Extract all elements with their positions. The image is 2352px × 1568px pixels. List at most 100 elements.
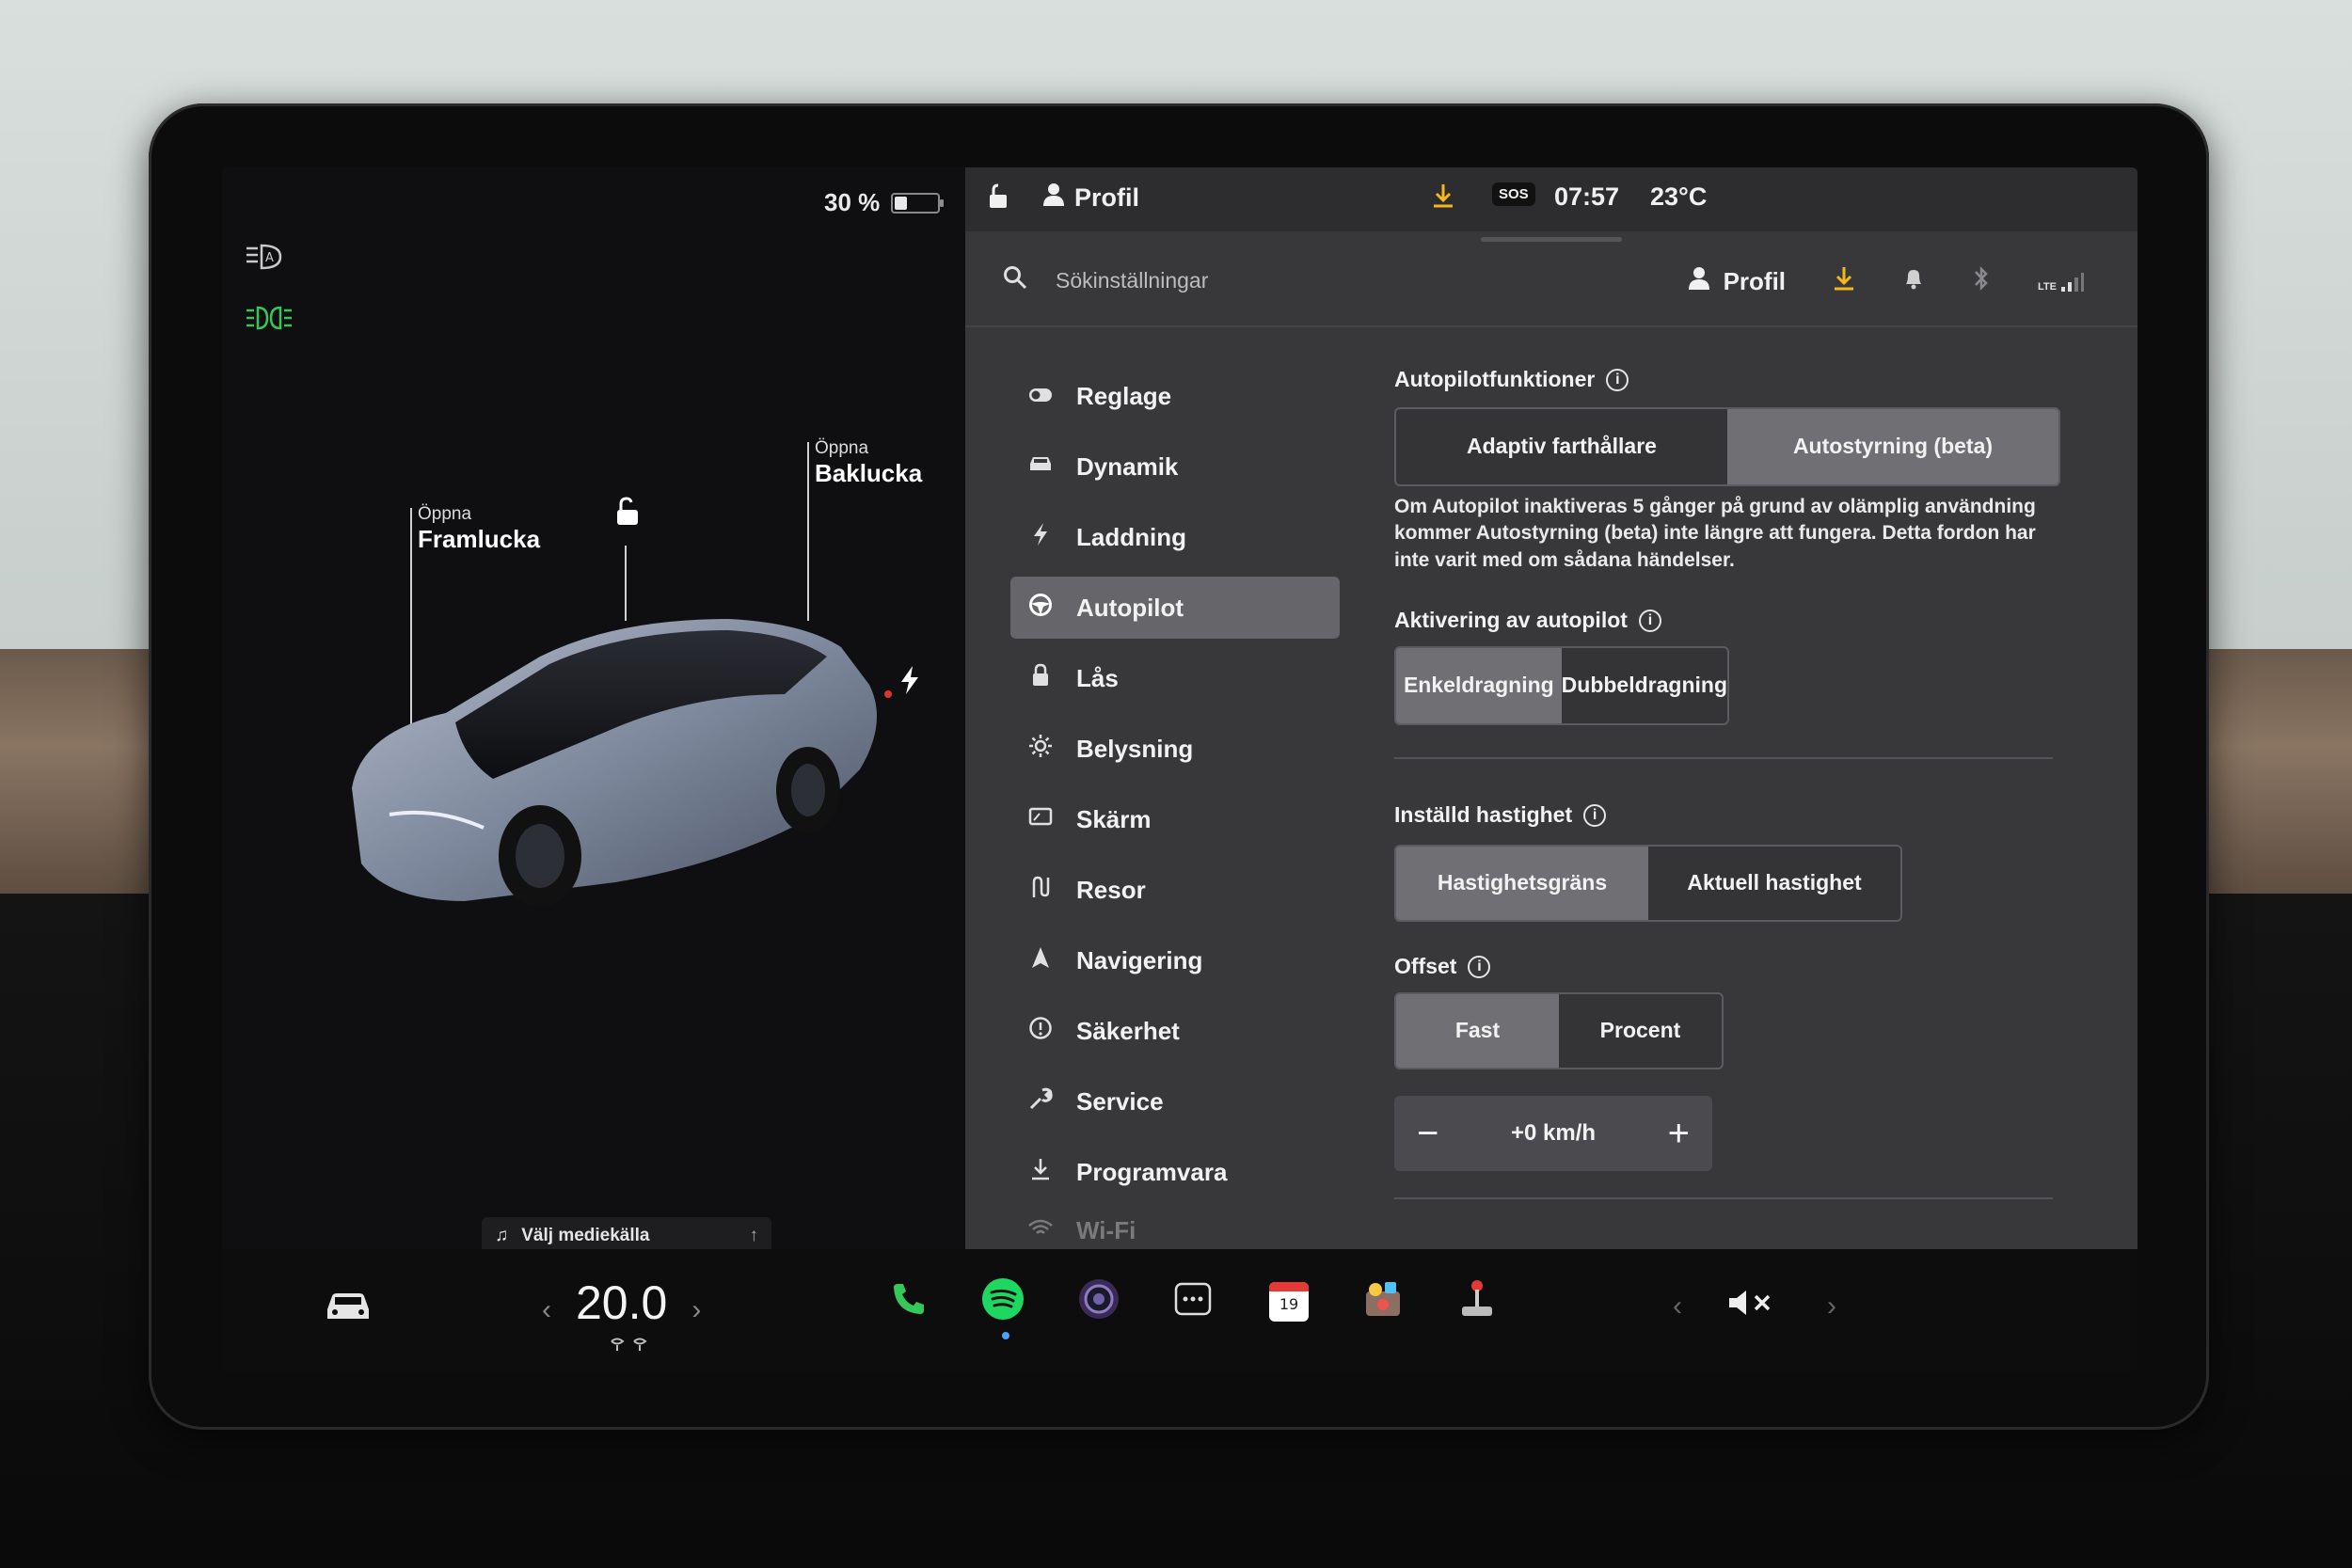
menu-label: Reglage	[1076, 381, 1172, 410]
autopilot-features-title: Autopilotfunktioner i	[1394, 367, 2072, 392]
menu-item-belysning[interactable]: Belysning	[1010, 718, 1340, 780]
top-profile-button[interactable]: Profil	[1042, 182, 1139, 214]
calendar-icon: 19	[1269, 1282, 1309, 1322]
charge-port-icon[interactable]	[898, 664, 922, 701]
expand-up-icon: ↑	[749, 1226, 759, 1245]
search-placeholder: Sökinställningar	[1056, 267, 1209, 293]
sos-button[interactable]: SOS	[1492, 182, 1535, 206]
person-icon	[1042, 182, 1065, 214]
menu-item-laddning[interactable]: Laddning	[1010, 506, 1340, 568]
menu-label: Autopilot	[1076, 593, 1184, 622]
spotify-icon	[981, 1277, 1025, 1327]
menu-item-skarm[interactable]: Skärm	[1010, 788, 1340, 850]
frunk-open-button[interactable]: Öppna Framlucka	[418, 504, 540, 554]
option-current-speed[interactable]: Aktuell hastighet	[1648, 847, 1900, 920]
offset-stepper: − +0 km/h +	[1394, 1096, 1712, 1172]
option-adaptive-cruise[interactable]: Adaptiv farthållare	[1396, 409, 1727, 484]
profile-button[interactable]: Profil	[1688, 266, 1786, 297]
toybox-app-button[interactable]	[1357, 1275, 1409, 1328]
menu-item-reglage[interactable]: Reglage	[1010, 365, 1340, 427]
info-icon[interactable]: i	[1468, 955, 1491, 978]
auto-headlights-icon[interactable]: A	[245, 243, 288, 278]
steering-wheel-icon	[1027, 593, 1054, 624]
car-controls-button[interactable]	[324, 1289, 373, 1323]
parking-lights-icon[interactable]	[245, 305, 294, 339]
car-image	[352, 619, 892, 907]
info-icon[interactable]: i	[1583, 803, 1607, 827]
software-update-icon[interactable]	[1833, 265, 1855, 298]
toggle-icon	[1027, 383, 1054, 409]
phone-app-button[interactable]	[882, 1275, 935, 1328]
spotify-app-button[interactable]	[977, 1275, 1029, 1328]
section-divider	[1394, 757, 2053, 760]
battery-icon	[891, 192, 945, 214]
menu-item-programvara[interactable]: Programvara	[1010, 1141, 1340, 1203]
menu-item-dynamik[interactable]: Dynamik	[1010, 436, 1340, 498]
menu-item-resor[interactable]: Resor	[1010, 859, 1340, 921]
more-dots-icon	[1174, 1282, 1212, 1323]
option-percent[interactable]: Procent	[1559, 994, 1722, 1068]
section-title-text: Offset	[1394, 954, 1457, 979]
download-icon	[1027, 1157, 1054, 1188]
trunk-label: Baklucka	[815, 459, 923, 487]
navigation-icon	[1027, 945, 1054, 976]
volume-increase-button[interactable]: ›	[1827, 1291, 1836, 1323]
bolt-icon	[1027, 522, 1054, 553]
autopilot-features-selector: Adaptiv farthållare Autostyrning (beta)	[1394, 407, 2060, 486]
info-icon[interactable]: i	[1638, 609, 1661, 632]
lock-status-icon[interactable]	[986, 182, 1010, 211]
menu-label: Belysning	[1076, 734, 1194, 763]
volume-decrease-button[interactable]: ‹	[1673, 1291, 1682, 1323]
temp-increase-button[interactable]: ›	[691, 1294, 701, 1326]
settings-search[interactable]: Sökinställningar	[1003, 265, 1208, 295]
calendar-app-button[interactable]: 19	[1263, 1275, 1315, 1328]
more-apps-button[interactable]	[1167, 1275, 1219, 1328]
download-icon[interactable]	[1432, 182, 1454, 209]
car-front-icon	[1027, 453, 1054, 480]
media-source-label: Välj mediekälla	[521, 1226, 650, 1245]
menu-label: Laddning	[1076, 522, 1186, 551]
menu-item-wifi[interactable]: Wi-Fi	[1010, 1212, 1340, 1249]
menu-label: Lås	[1076, 663, 1119, 692]
option-fixed[interactable]: Fast	[1396, 994, 1559, 1069]
sun-icon	[1027, 734, 1054, 765]
increase-offset-button[interactable]: +	[1668, 1113, 1690, 1155]
music-note-icon: ♫	[495, 1226, 509, 1245]
toybox-icon	[1362, 1278, 1404, 1326]
option-autosteer[interactable]: Autostyrning (beta)	[1727, 409, 2058, 484]
seat-heater-icon[interactable]	[610, 1338, 651, 1357]
menu-item-autopilot[interactable]: Autopilot	[1010, 577, 1340, 639]
autopilot-activation-selector: Enkeldragning Dubbeldragning	[1394, 646, 1729, 726]
trunk-label-small: Öppna	[815, 438, 869, 458]
menu-label: Wi-Fi	[1076, 1215, 1136, 1244]
battery-status: 30 %	[824, 188, 945, 217]
decrease-offset-button[interactable]: −	[1417, 1113, 1438, 1155]
cabin-temperature[interactable]: 20.0	[576, 1275, 667, 1330]
mute-icon[interactable]	[1727, 1287, 1776, 1319]
menu-item-navigering[interactable]: Navigering	[1010, 929, 1340, 991]
unlock-icon[interactable]	[610, 495, 644, 533]
top-status-bar: Profil SOS 07:57 23°C	[965, 167, 2137, 231]
bluetooth-icon[interactable]	[1972, 265, 1991, 298]
option-double-pull[interactable]: Dubbeldragning	[1562, 648, 1727, 723]
settings-panel: Profil SOS 07:57 23°C Sökinställningar P…	[965, 167, 2137, 1249]
offset-value: +0 km/h	[1510, 1120, 1597, 1147]
bell-icon[interactable]	[1902, 266, 1925, 297]
lte-signal-icon: LTE	[2038, 272, 2085, 293]
menu-item-las[interactable]: Lås	[1010, 647, 1340, 709]
profile-label: Profil	[1723, 267, 1787, 295]
option-single-pull[interactable]: Enkeldragning	[1396, 648, 1562, 724]
trunk-open-button[interactable]: Öppna Baklucka	[815, 438, 922, 488]
panel-drag-handle[interactable]	[1481, 237, 1622, 242]
menu-item-service[interactable]: Service	[1010, 1070, 1340, 1132]
top-profile-label: Profil	[1074, 183, 1140, 212]
info-icon[interactable]: i	[1606, 368, 1629, 391]
phone-icon	[890, 1280, 928, 1324]
temp-decrease-button[interactable]: ‹	[542, 1294, 551, 1326]
search-row: Sökinställningar Profil LTE	[965, 243, 2137, 327]
calendar-day: 19	[1279, 1295, 1299, 1313]
arcade-app-button[interactable]	[1451, 1275, 1503, 1328]
menu-item-sakerhet[interactable]: Säkerhet	[1010, 1000, 1340, 1062]
camera-app-button[interactable]	[1073, 1275, 1125, 1328]
option-speed-limit[interactable]: Hastighetsgräns	[1396, 847, 1648, 921]
